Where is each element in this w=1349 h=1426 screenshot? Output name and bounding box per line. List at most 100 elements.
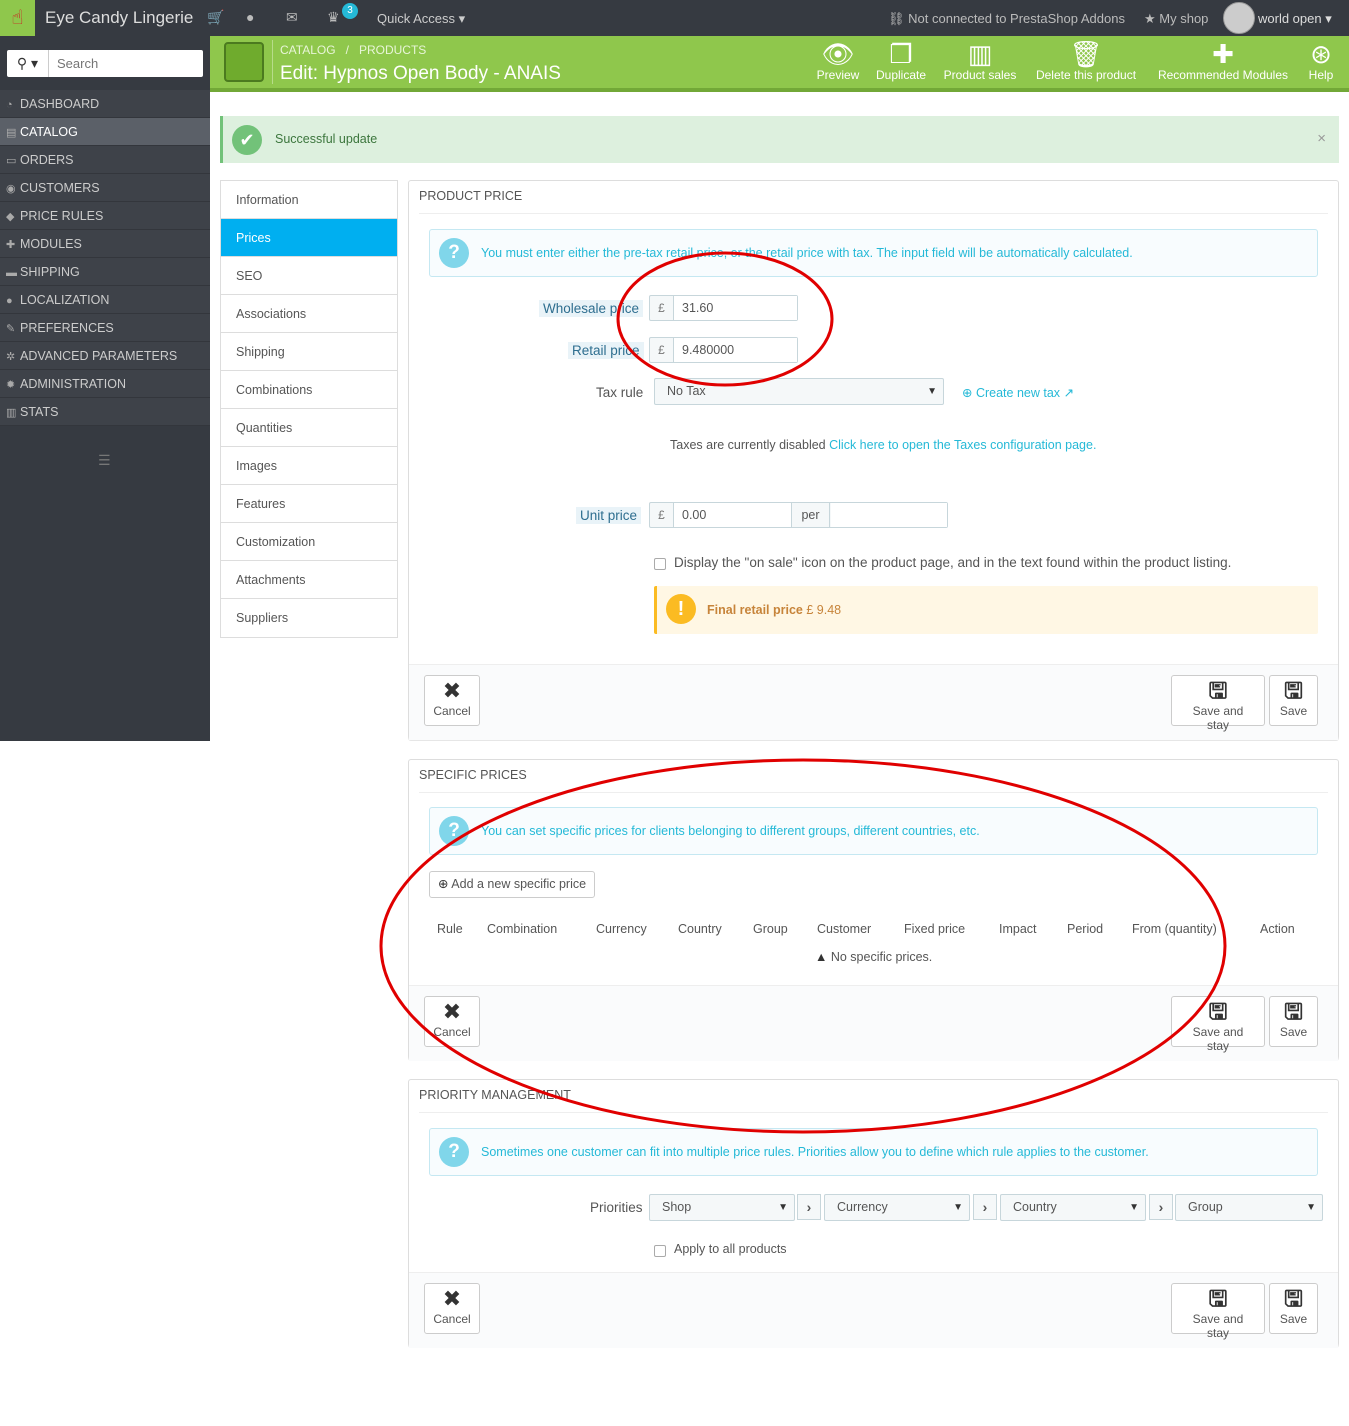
save-button[interactable]: 🖫 Save [1269,675,1318,726]
add-specific-price-label: Add a new specific price [451,877,587,891]
save-and-stay-button[interactable]: 🖫 Save and stay [1171,1283,1265,1340]
duplicate-label: Duplicate [875,68,927,82]
credit-card-icon: ▭ [6,155,17,167]
sidebar-item-label: ORDERS [20,153,74,167]
sidebar-item-preferences[interactable]: ✎ PREFERENCES [0,314,210,342]
sidebar-item-label: CATALOG [20,125,78,139]
priority-select-3[interactable]: Country ▼ [1000,1194,1146,1221]
priority-select-2[interactable]: Currency ▼ [824,1194,970,1221]
save-icon: 🖫 [1284,1286,1303,1311]
logo-hand-icon[interactable]: ☝ [0,0,35,36]
quick-access-dropdown[interactable]: Quick Access ▾ [377,11,465,27]
sidebar-item-price-rules[interactable]: ◆ PRICE RULES [0,202,210,230]
save-button[interactable]: 🖫 Save [1269,1283,1318,1334]
cancel-button[interactable]: ✖ Cancel [424,996,480,1047]
user-icon[interactable]: ● [246,9,254,25]
product-tabs: Information Prices SEO Associations Ship… [220,180,398,638]
delete-product-button[interactable]: 🗑 Delete this product [1032,38,1140,82]
my-shop-label: My shop [1159,11,1209,26]
save-label: Save [1279,1025,1308,1039]
help-button[interactable]: ⊛ Help [1304,38,1338,82]
tab-combinations[interactable]: Combinations [221,371,397,409]
addons-status[interactable]: ⛓ Not connected to PrestaShop Addons [888,11,1125,27]
tab-associations[interactable]: Associations [221,295,397,333]
sidebar-item-orders[interactable]: ▭ ORDERS [0,146,210,174]
preview-button[interactable]: 👁 Preview [814,38,862,82]
panel-heading-divider [419,1112,1328,1113]
sidebar-item-stats[interactable]: ▥ STATS [0,398,210,426]
add-specific-price-button[interactable]: ⊕ Add a new specific price [429,871,596,898]
retail-price-label: Retail price [568,342,644,359]
column-header: Action [1260,922,1295,936]
create-new-tax-link[interactable]: ⊕ Create new tax ↗ [962,385,1074,400]
close-icon[interactable]: × [1317,130,1326,147]
shop-name[interactable]: Eye Candy Lingerie [45,8,193,28]
preview-label: Preview [816,68,860,82]
priority-select-4[interactable]: Group ▼ [1175,1194,1323,1221]
sidebar-item-label: MODULES [20,237,82,251]
avatar[interactable] [1223,2,1255,34]
sidebar-item-localization[interactable]: ● LOCALIZATION [0,286,210,314]
wholesale-price-input[interactable]: 31.60 [674,296,797,320]
envelope-icon[interactable]: ✉ [286,9,298,26]
apply-all-checkbox[interactable] [654,1245,666,1257]
sidebar-item-administration[interactable]: ✹ ADMINISTRATION [0,370,210,398]
tab-quantities[interactable]: Quantities [221,409,397,447]
success-alert-text: Successful update [275,132,378,146]
save-icon: 🖫 [1208,1286,1228,1311]
tab-seo[interactable]: SEO [221,257,397,295]
tab-features[interactable]: Features [221,485,397,523]
sidebar-menu: ◔ DASHBOARD ▤ CATALOG ▭ ORDERS ◉ CUSTOMERS ◆… [0,90,210,426]
search-icon[interactable]: ⚲ ▾ [7,50,49,77]
save-and-stay-button[interactable]: 🖫 Save and stay [1171,996,1265,1053]
sidebar-item-dashboard[interactable]: ◔ DASHBOARD [0,90,210,118]
lifebuoy-icon: ⊛ [1310,39,1332,69]
my-shop-link[interactable]: ★ My shop [1144,11,1208,27]
check-circle-icon: ✔ [232,125,262,155]
taxes-config-link[interactable]: Click here to open the Taxes configurati… [829,438,1096,452]
globe-icon: ● [6,295,13,307]
tab-images[interactable]: Images [221,447,397,485]
tab-attachments[interactable]: Attachments [221,561,397,599]
panel-heading-divider [419,792,1328,793]
collapse-menu-icon[interactable]: ☰ [98,452,111,469]
taxes-disabled-text: Taxes are currently disabled [670,438,826,452]
sidebar-item-label: ADMINISTRATION [20,377,127,391]
user-menu[interactable]: world open ▾ [1258,11,1332,27]
tax-rule-select[interactable]: No Tax ▼ [654,378,944,405]
tab-suppliers[interactable]: Suppliers [221,599,397,637]
unit-price-input[interactable]: 0.00 [674,503,792,527]
tab-information[interactable]: Information [221,181,397,219]
cart-icon[interactable]: 🛒 [207,9,224,26]
breadcrumb-catalog[interactable]: CATALOG [280,43,336,57]
save-and-stay-button[interactable]: 🖫 Save and stay [1171,675,1265,732]
trophy-icon[interactable]: ♛ [327,9,340,26]
recommended-modules-button[interactable]: ✚ Recommended Modules [1153,38,1293,82]
notification-badge: 3 [342,3,358,19]
product-sales-button[interactable]: ▥ Product sales [941,38,1019,82]
save-button[interactable]: 🖫 Save [1269,996,1318,1047]
priority-select-1[interactable]: Shop ▼ [649,1194,795,1221]
breadcrumb-products[interactable]: PRODUCTS [359,43,426,57]
sidebar: ⚲ ▾ ◔ DASHBOARD ▤CATALOG ▭ORDERS ◉ CUSTOME… [0,36,210,741]
cancel-button[interactable]: ✖ Cancel [424,675,480,726]
unit-input[interactable] [831,503,947,527]
tab-prices[interactable]: Prices [221,219,397,257]
sidebar-item-catalog[interactable]: ▤ CATALOG [0,118,210,146]
sidebar-item-customers[interactable]: ◉ CUSTOMERS [0,174,210,202]
cancel-button[interactable]: ✖ Cancel [424,1283,480,1334]
sidebar-item-advanced-parameters[interactable]: ✲ ADVANCED PARAMETERS [0,342,210,370]
duplicate-button[interactable]: ❐ Duplicate [873,38,929,82]
caret-down-icon: ▼ [1306,1202,1316,1213]
caret-down-icon: ▾ [458,11,466,26]
sidebar-item-modules[interactable]: ✚ MODULES [0,230,210,258]
search-input[interactable] [57,54,197,72]
tab-shipping[interactable]: Shipping [221,333,397,371]
sidebar-item-shipping[interactable]: ▬ SHIPPING [0,258,210,286]
tab-customization[interactable]: Customization [221,523,397,561]
on-sale-checkbox[interactable] [654,558,666,570]
book-icon: ▤ [6,127,17,139]
close-icon: ✖ [442,678,462,703]
retail-price-input[interactable]: 9.480000 [674,338,797,362]
info-text: You must enter either the pre-tax retail… [481,246,1133,260]
